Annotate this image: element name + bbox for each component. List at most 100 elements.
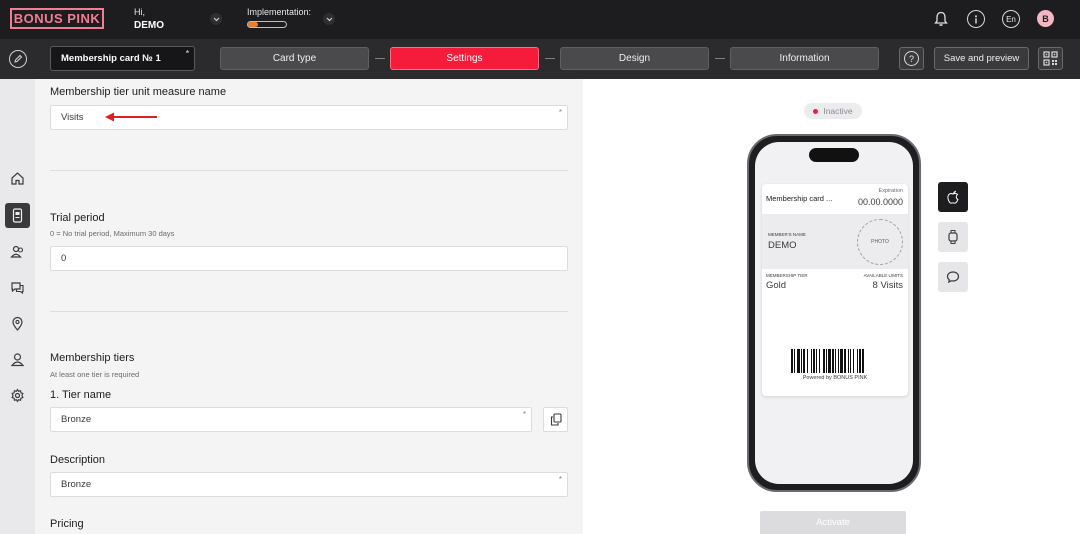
barcode-bar bbox=[853, 349, 854, 373]
annotation-arrow bbox=[105, 112, 157, 122]
qr-code-button[interactable] bbox=[1038, 47, 1063, 70]
sidebar-item-locations[interactable] bbox=[5, 311, 30, 336]
chevron-down-icon[interactable] bbox=[210, 13, 222, 25]
language-selector[interactable]: En bbox=[1002, 10, 1020, 28]
expiration-value: 00.00.0000 bbox=[857, 197, 903, 207]
barcode-bar bbox=[807, 349, 808, 373]
membership-tiers-label: Membership tiers bbox=[50, 352, 135, 364]
chat-bubble-icon bbox=[946, 271, 960, 284]
top-header: BONUS PINK Hi, DEMO Implementation: En B bbox=[0, 0, 1080, 39]
wizard-toolbar: Membership card № 1 * Card type Settings… bbox=[0, 39, 1080, 79]
required-mark: * bbox=[558, 108, 562, 117]
barcode-bar bbox=[850, 349, 851, 373]
sidebar-item-users[interactable] bbox=[5, 347, 30, 372]
barcode-bar bbox=[844, 349, 846, 373]
greeting-text: Hi, bbox=[134, 7, 145, 17]
barcode-bar bbox=[838, 349, 839, 373]
unit-measure-label: Membership tier unit measure name bbox=[50, 86, 227, 98]
info-icon[interactable] bbox=[967, 10, 985, 28]
trial-period-label: Trial period bbox=[50, 212, 105, 224]
android-pay-button[interactable] bbox=[938, 222, 968, 252]
question-icon: ? bbox=[904, 51, 919, 66]
barcode-bar bbox=[832, 349, 834, 373]
phone-notch bbox=[809, 148, 859, 162]
sidebar bbox=[0, 79, 35, 534]
user-name: DEMO bbox=[134, 20, 164, 31]
photo-placeholder: PHOTO bbox=[857, 219, 903, 265]
member-name-label: MEMBER'S NAME bbox=[768, 232, 806, 237]
sidebar-item-settings[interactable] bbox=[5, 383, 30, 408]
tier-name-value: Bronze bbox=[61, 414, 92, 425]
barcode-bar bbox=[803, 349, 805, 373]
gear-icon bbox=[11, 388, 24, 403]
tier-name-label: 1. Tier name bbox=[50, 389, 112, 401]
apple-wallet-button[interactable] bbox=[938, 182, 968, 212]
status-text: Inactive bbox=[823, 106, 853, 116]
tab-design[interactable]: Design bbox=[560, 47, 709, 70]
card-name-input[interactable]: Membership card № 1 * bbox=[50, 46, 195, 71]
step-connector bbox=[715, 58, 725, 59]
card-title: Membership card ... bbox=[766, 194, 833, 203]
avatar[interactable]: B bbox=[1037, 10, 1054, 27]
barcode-bar bbox=[791, 349, 793, 373]
card-header: Membership card ... Expiration 00.00.000… bbox=[762, 184, 908, 214]
barcode-bar bbox=[826, 349, 827, 373]
barcode-bar bbox=[859, 349, 861, 373]
pricing-label: Pricing bbox=[50, 518, 84, 530]
card-preview-panel: Inactive Membership card ... Expiration … bbox=[583, 79, 1080, 534]
phone-mockup: Membership card ... Expiration 00.00.000… bbox=[747, 134, 921, 492]
chevron-down-icon[interactable] bbox=[323, 13, 335, 25]
bell-icon[interactable] bbox=[932, 10, 950, 28]
barcode-bar bbox=[848, 349, 849, 373]
limits-label: AVAILABLE LIMITS bbox=[863, 273, 903, 278]
implementation-progress bbox=[247, 21, 287, 28]
save-and-preview-button[interactable]: Save and preview bbox=[934, 47, 1029, 70]
powered-by-text: Powered by BONUS PINK bbox=[802, 375, 868, 381]
help-button[interactable]: ? bbox=[899, 47, 924, 70]
barcode-bar bbox=[823, 349, 825, 373]
tab-settings[interactable]: Settings bbox=[390, 47, 539, 70]
card-member-section: MEMBER'S NAME DEMO PHOTO bbox=[762, 214, 908, 269]
card-icon bbox=[12, 208, 23, 223]
section-divider bbox=[50, 170, 568, 171]
tab-card-type[interactable]: Card type bbox=[220, 47, 369, 70]
brand-logo[interactable]: BONUS PINK bbox=[10, 8, 104, 29]
message-preview-button[interactable] bbox=[938, 262, 968, 292]
implementation-label: Implementation: bbox=[247, 7, 312, 17]
step-connector bbox=[545, 58, 555, 59]
trial-period-value: 0 bbox=[61, 253, 67, 264]
sidebar-item-messages[interactable] bbox=[5, 275, 30, 300]
membership-card-preview: Membership card ... Expiration 00.00.000… bbox=[762, 184, 908, 396]
barcode-bar bbox=[828, 349, 831, 373]
barcode-bar bbox=[835, 349, 836, 373]
required-mark: * bbox=[185, 49, 189, 58]
tab-information[interactable]: Information bbox=[730, 47, 879, 70]
limits-value: 8 Visits bbox=[872, 280, 903, 291]
status-badge: Inactive bbox=[804, 103, 862, 119]
barcode-image bbox=[791, 349, 864, 373]
user-greeting[interactable]: Hi, DEMO bbox=[134, 7, 164, 31]
tier-value: Gold bbox=[766, 280, 787, 291]
section-divider bbox=[50, 311, 568, 312]
trial-period-input[interactable]: 0 bbox=[50, 246, 568, 271]
tier-name-input[interactable]: Bronze * bbox=[50, 407, 532, 432]
description-input[interactable]: Bronze * bbox=[50, 472, 568, 497]
implementation-progress-fill bbox=[248, 22, 258, 27]
barcode-bar bbox=[794, 349, 795, 373]
sidebar-item-card[interactable] bbox=[5, 203, 30, 228]
activate-button[interactable]: Activate bbox=[760, 511, 906, 534]
barcode-bar bbox=[816, 349, 817, 373]
apple-icon bbox=[947, 190, 959, 204]
barcode-bar bbox=[819, 349, 820, 373]
map-pin-icon bbox=[12, 316, 23, 331]
duplicate-tier-button[interactable] bbox=[543, 407, 568, 432]
chat-icon bbox=[11, 282, 24, 295]
expiration-label: Expiration bbox=[878, 188, 903, 194]
required-mark: * bbox=[522, 410, 526, 419]
sidebar-item-home[interactable] bbox=[5, 166, 30, 191]
sidebar-item-clients[interactable] bbox=[5, 239, 30, 264]
pencil-icon[interactable] bbox=[9, 50, 27, 68]
barcode-bar bbox=[840, 349, 843, 373]
user-icon bbox=[10, 353, 25, 367]
phone-screen: Membership card ... Expiration 00.00.000… bbox=[755, 142, 913, 484]
